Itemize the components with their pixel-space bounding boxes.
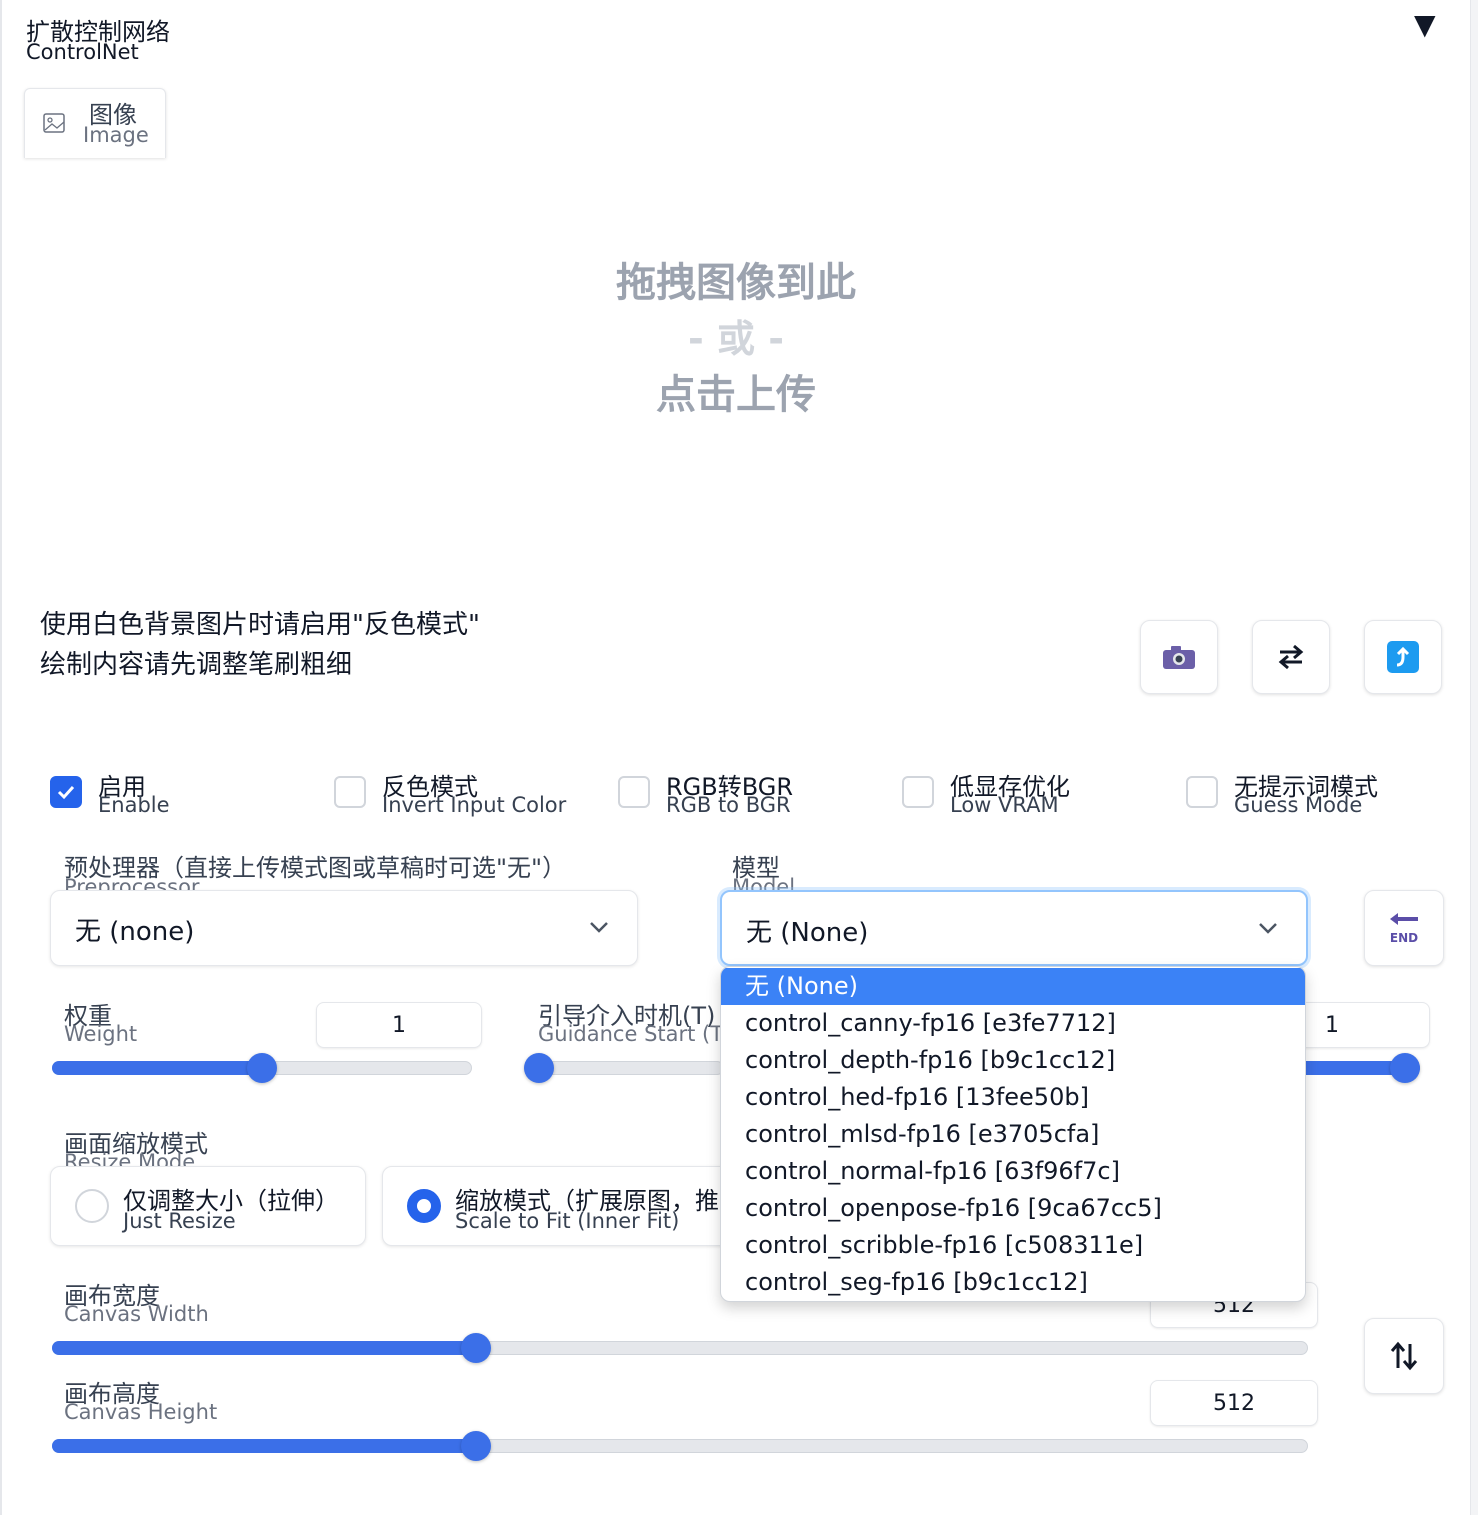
model-option[interactable]: control_openpose-fp16 [9ca67cc5] xyxy=(721,1190,1305,1227)
preprocessor-select-value: 无 (none) xyxy=(75,917,195,947)
radio-button[interactable] xyxy=(75,1189,109,1223)
model-option[interactable]: control_depth-fp16 [b9c1cc12] xyxy=(721,1042,1305,1079)
radio-just-resize-label-en: Just Resize xyxy=(123,1209,236,1233)
camera-icon xyxy=(1163,646,1195,669)
canvas-width-slider-thumb[interactable] xyxy=(461,1333,491,1363)
end-button[interactable]: END xyxy=(1364,890,1444,966)
chevron-down-icon xyxy=(1259,923,1277,934)
checkbox-guess-mode[interactable] xyxy=(1186,776,1218,808)
checkbox-low-vram[interactable] xyxy=(902,776,934,808)
model-dropdown-list[interactable]: 无 (None) control_canny-fp16 [e3fe7712] c… xyxy=(720,966,1306,1302)
checkbox-invert-input-color[interactable] xyxy=(334,776,366,808)
chevron-down-icon xyxy=(590,922,608,933)
camera-button[interactable] xyxy=(1140,620,1218,694)
drop-zone-or-text: - 或 - xyxy=(687,317,784,361)
preprocessor-select[interactable]: 无 (none) xyxy=(50,890,638,966)
weight-label-en: Weight xyxy=(64,1022,138,1046)
checkbox-rgb-label-en: RGB to BGR xyxy=(666,793,791,817)
guidance-start-label-en: Guidance Start (T) xyxy=(538,1022,732,1046)
checkbox-invert-label-en: Invert Input Color xyxy=(382,793,567,817)
tab-image[interactable]: 图像 Image xyxy=(24,88,166,158)
radio-scale-to-fit-label-en: Scale to Fit (Inner Fit) xyxy=(455,1209,680,1233)
model-option[interactable]: control_canny-fp16 [e3fe7712] xyxy=(721,1005,1305,1042)
checkbox-guess-label-en: Guess Mode xyxy=(1234,793,1363,817)
weight-input[interactable]: 1 xyxy=(316,1002,482,1048)
swap-button[interactable] xyxy=(1252,620,1330,694)
image-drop-zone[interactable]: 拖拽图像到此 - 或 - 点击上传 xyxy=(2,158,1470,588)
image-icon xyxy=(43,113,65,133)
weight-slider-fill xyxy=(52,1061,262,1075)
canvas-width-slider-fill xyxy=(52,1341,476,1355)
guidance-start-slider-thumb[interactable] xyxy=(524,1053,554,1083)
checkbox-rgb-to-bgr[interactable] xyxy=(618,776,650,808)
collapse-triangle-icon[interactable]: ▼ xyxy=(1414,8,1436,41)
model-select[interactable]: 无 (None) xyxy=(720,890,1308,966)
swap-icon xyxy=(1278,644,1304,670)
model-option[interactable]: control_seg-fp16 [b9c1cc12] xyxy=(721,1264,1305,1301)
scrollbar-track[interactable] xyxy=(1470,0,1478,1515)
swap-vertical-icon xyxy=(1390,1341,1418,1371)
drop-zone-main-text: 拖拽图像到此 xyxy=(616,260,856,306)
weight-slider-thumb[interactable] xyxy=(247,1053,277,1083)
canvas-height-slider-thumb[interactable] xyxy=(461,1431,491,1461)
guidance-start-slider-track[interactable] xyxy=(524,1061,724,1075)
guidance-end-input[interactable]: 1 xyxy=(1290,1002,1430,1048)
guidance-end-slider-thumb[interactable] xyxy=(1390,1053,1420,1083)
swap-dimensions-button[interactable] xyxy=(1364,1318,1444,1394)
canvas-width-label-en: Canvas Width xyxy=(64,1302,209,1326)
drop-zone-click-text: 点击上传 xyxy=(656,372,816,418)
radio-just-resize[interactable]: 仅调整大小（拉伸） Just Resize xyxy=(50,1166,366,1246)
send-to-button[interactable] xyxy=(1364,620,1442,694)
model-option[interactable]: control_normal-fp16 [63f96f7c] xyxy=(721,1153,1305,1190)
radio-button[interactable] xyxy=(407,1189,441,1223)
model-option[interactable]: control_hed-fp16 [13fee50b] xyxy=(721,1079,1305,1116)
return-arrow-icon xyxy=(1387,641,1419,673)
canvas-height-label-en: Canvas Height xyxy=(64,1400,218,1424)
checkbox-enable[interactable] xyxy=(50,776,82,808)
end-button-label: END xyxy=(1390,931,1418,945)
canvas-height-slider-fill xyxy=(52,1439,476,1453)
checkbox-enable-label-en: Enable xyxy=(98,793,170,817)
model-option[interactable]: 无 (None) xyxy=(721,968,1305,1005)
hint-invert: 使用白色背景图片时请启用"反色模式" xyxy=(40,610,480,640)
model-option[interactable]: control_scribble-fp16 [c508311e] xyxy=(721,1227,1305,1264)
checkbox-lowvram-label-en: Low VRAM xyxy=(950,793,1059,817)
hint-brush: 绘制内容请先调整笔刷粗细 xyxy=(40,650,353,680)
model-option[interactable]: control_mlsd-fp16 [e3705cfa] xyxy=(721,1116,1305,1153)
panel-title-en: ControlNet xyxy=(26,40,139,64)
model-select-value: 无 (None) xyxy=(746,918,869,948)
canvas-height-input[interactable]: 512 xyxy=(1150,1380,1318,1426)
end-arrow-icon: END xyxy=(1390,913,1418,945)
checkmark-icon xyxy=(57,785,75,800)
tab-image-label-en: Image xyxy=(83,123,149,147)
